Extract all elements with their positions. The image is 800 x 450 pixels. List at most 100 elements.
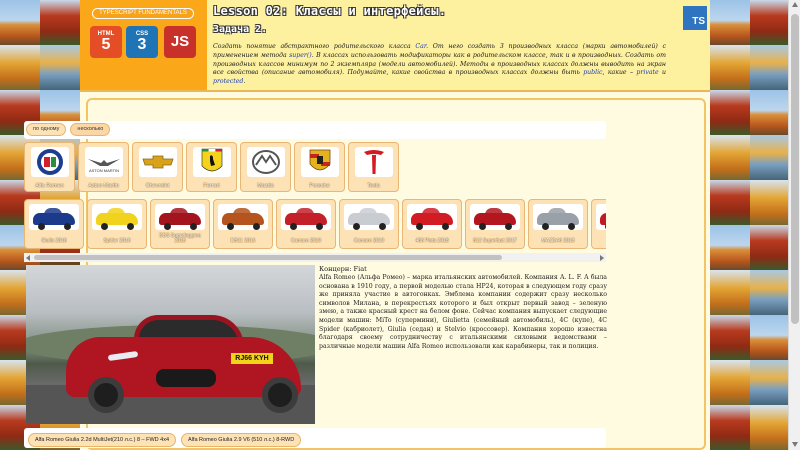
autumn-tile	[750, 135, 788, 180]
scroll-left-icon[interactable]	[26, 255, 30, 261]
model-thumbnail	[218, 204, 268, 230]
model-name: Camaro 2019	[353, 238, 385, 245]
autumn-tile	[0, 45, 40, 90]
autumn-tile	[710, 315, 750, 360]
photo-car-wheel	[88, 377, 124, 413]
wheel-shape	[442, 223, 449, 230]
wheel-shape	[227, 223, 234, 230]
aston-martin-logo-icon: ASTON MARTIN	[85, 147, 123, 177]
brand-name: Tesla	[367, 183, 380, 189]
model-strip-scrollbar[interactable]	[24, 253, 606, 262]
page-scrollbar[interactable]	[788, 0, 800, 450]
model-thumbnail	[281, 204, 331, 230]
model-card[interactable]: DBS Superleggera 2018	[150, 199, 210, 249]
model-thumbnail	[533, 204, 583, 230]
license-plate: RJ66 KYH	[231, 353, 273, 364]
brand-name: Mazda	[257, 183, 274, 189]
model-card[interactable]: Camaro 2019	[276, 199, 336, 249]
model-name: DB11 2016	[230, 238, 256, 245]
brand-card[interactable]: Mazda	[240, 142, 291, 192]
brand-card[interactable]: Ferrari	[186, 142, 237, 192]
typescript-icon: TS	[683, 6, 707, 30]
brand-name: Porsche	[309, 183, 330, 189]
autumn-tile	[750, 270, 788, 315]
wheel-shape	[101, 223, 108, 230]
autumn-tile	[750, 180, 788, 225]
engine-button[interactable]: Alfa Romeo Giulia 2.2d MultiJet(210 л.с.…	[28, 433, 177, 447]
multi-mode-button[interactable]: несколько	[70, 123, 111, 136]
scroll-down-icon[interactable]	[792, 442, 798, 447]
model-name: Spider 2016	[103, 238, 131, 245]
mazda-logo-icon	[247, 147, 285, 177]
brand-card[interactable]: Tesla	[348, 142, 399, 192]
autumn-tile	[710, 0, 750, 45]
concern-title: Концерн: Fiat	[319, 265, 367, 273]
autumn-tile	[40, 45, 80, 90]
model-thumbnail	[344, 204, 394, 230]
header-divider	[80, 90, 710, 92]
brand-name: Alfa Romeo	[35, 183, 64, 189]
wheel-shape	[127, 223, 134, 230]
scroll-up-icon[interactable]	[792, 2, 798, 7]
brand-name: Chevrolet	[145, 183, 170, 189]
svg-text:ASTON MARTIN: ASTON MARTIN	[89, 168, 119, 173]
wheel-shape	[379, 223, 386, 230]
task-title: Задача 2.	[213, 24, 268, 35]
autumn-background-right	[710, 0, 788, 450]
engine-button[interactable]: Alfa Romeo Giulia 2.9 V6 (510 л.с.) 8-RW…	[181, 433, 302, 447]
model-card[interactable]: 812 Superfast 2017	[465, 199, 525, 249]
wheel-shape	[316, 223, 323, 230]
model-card[interactable]: Giulia 2016	[24, 199, 84, 249]
brand-list: Alfa Romeo ASTON MARTIN Aston Martin Chevro…	[24, 142, 399, 192]
javascript-icon: JS	[164, 26, 196, 58]
wheel-shape	[253, 223, 260, 230]
chevrolet-logo-icon	[139, 147, 177, 177]
scroll-thumb[interactable]	[791, 14, 799, 324]
wheel-shape	[605, 223, 606, 230]
model-thumbnail	[596, 204, 606, 230]
brand-card[interactable]: ASTON MARTIN Aston Martin	[78, 142, 129, 192]
model-card[interactable]: DB11 2016	[213, 199, 273, 249]
wheel-shape	[38, 223, 45, 230]
model-name: MAZDA6 2018	[541, 238, 575, 245]
model-card[interactable]: Spider 2016	[87, 199, 147, 249]
mode-toolbar	[24, 121, 606, 139]
model-card[interactable]	[591, 199, 606, 249]
wheel-shape	[479, 223, 486, 230]
scroll-right-icon[interactable]	[600, 255, 604, 261]
mode-buttons: по одному несколько	[26, 123, 111, 136]
engine-list: Alfa Romeo Giulia 2.2d MultiJet(210 л.с.…	[28, 433, 302, 447]
horizontal-scroll-thumb[interactable]	[34, 255, 502, 260]
brand-name: Ferrari	[203, 183, 220, 189]
model-thumbnail	[155, 204, 205, 230]
brand-card[interactable]: Alfa Romeo	[24, 142, 75, 192]
alfa-romeo-logo-icon	[31, 147, 69, 177]
brand-card[interactable]: Chevrolet	[132, 142, 183, 192]
wheel-shape	[164, 223, 171, 230]
model-card[interactable]: Camaro 2019	[339, 199, 399, 249]
autumn-tile	[710, 45, 750, 90]
html5-icon: HTML 5	[90, 26, 122, 58]
photo-car-wheel	[262, 377, 298, 413]
porsche-logo-icon	[301, 147, 339, 177]
ferrari-logo-icon	[193, 147, 231, 177]
model-thumbnail	[29, 204, 79, 230]
autumn-tile	[40, 0, 80, 45]
model-list: Giulia 2016 Spider 2016 DBS Superleggera 2…	[24, 199, 606, 249]
model-card[interactable]: MAZDA6 2018	[528, 199, 588, 249]
autumn-tile	[750, 225, 788, 270]
model-card[interactable]: 488 Pista 2018	[402, 199, 462, 249]
lesson-title: Lesson 02: Классы и интерфейсы.	[213, 4, 447, 18]
wheel-shape	[64, 223, 71, 230]
brand-name: Aston Martin	[88, 183, 119, 189]
car-description: Концерн: Fiat Alfa Romeo (Альфа Ромео) –…	[319, 265, 607, 351]
single-mode-button[interactable]: по одному	[26, 123, 67, 136]
model-strip[interactable]: Giulia 2016 Spider 2016 DBS Superleggera 2…	[24, 199, 606, 251]
wheel-shape	[190, 223, 197, 230]
wheel-shape	[353, 223, 360, 230]
css3-icon: CSS 3	[126, 26, 158, 58]
photo-car-grille	[156, 369, 216, 387]
autumn-tile	[750, 405, 788, 450]
autumn-tile	[750, 45, 788, 90]
brand-card[interactable]: Porsche	[294, 142, 345, 192]
